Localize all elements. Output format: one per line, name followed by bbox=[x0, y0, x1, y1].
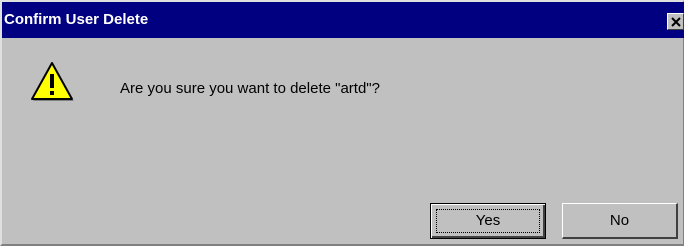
close-button[interactable] bbox=[667, 13, 684, 30]
no-button[interactable]: No bbox=[562, 203, 678, 239]
yes-button[interactable]: Yes bbox=[430, 203, 546, 239]
title-bar[interactable]: Confirm User Delete bbox=[2, 2, 684, 38]
no-button-label: No bbox=[609, 211, 630, 229]
confirm-message: Are you sure you want to delete "artd"? bbox=[120, 80, 380, 97]
warning-icon bbox=[31, 62, 74, 101]
yes-button-label: Yes bbox=[475, 212, 501, 229]
close-icon bbox=[671, 17, 681, 27]
confirm-dialog: Confirm User Delete Are you sure you wan… bbox=[0, 0, 684, 246]
window-title: Confirm User Delete bbox=[4, 11, 149, 28]
